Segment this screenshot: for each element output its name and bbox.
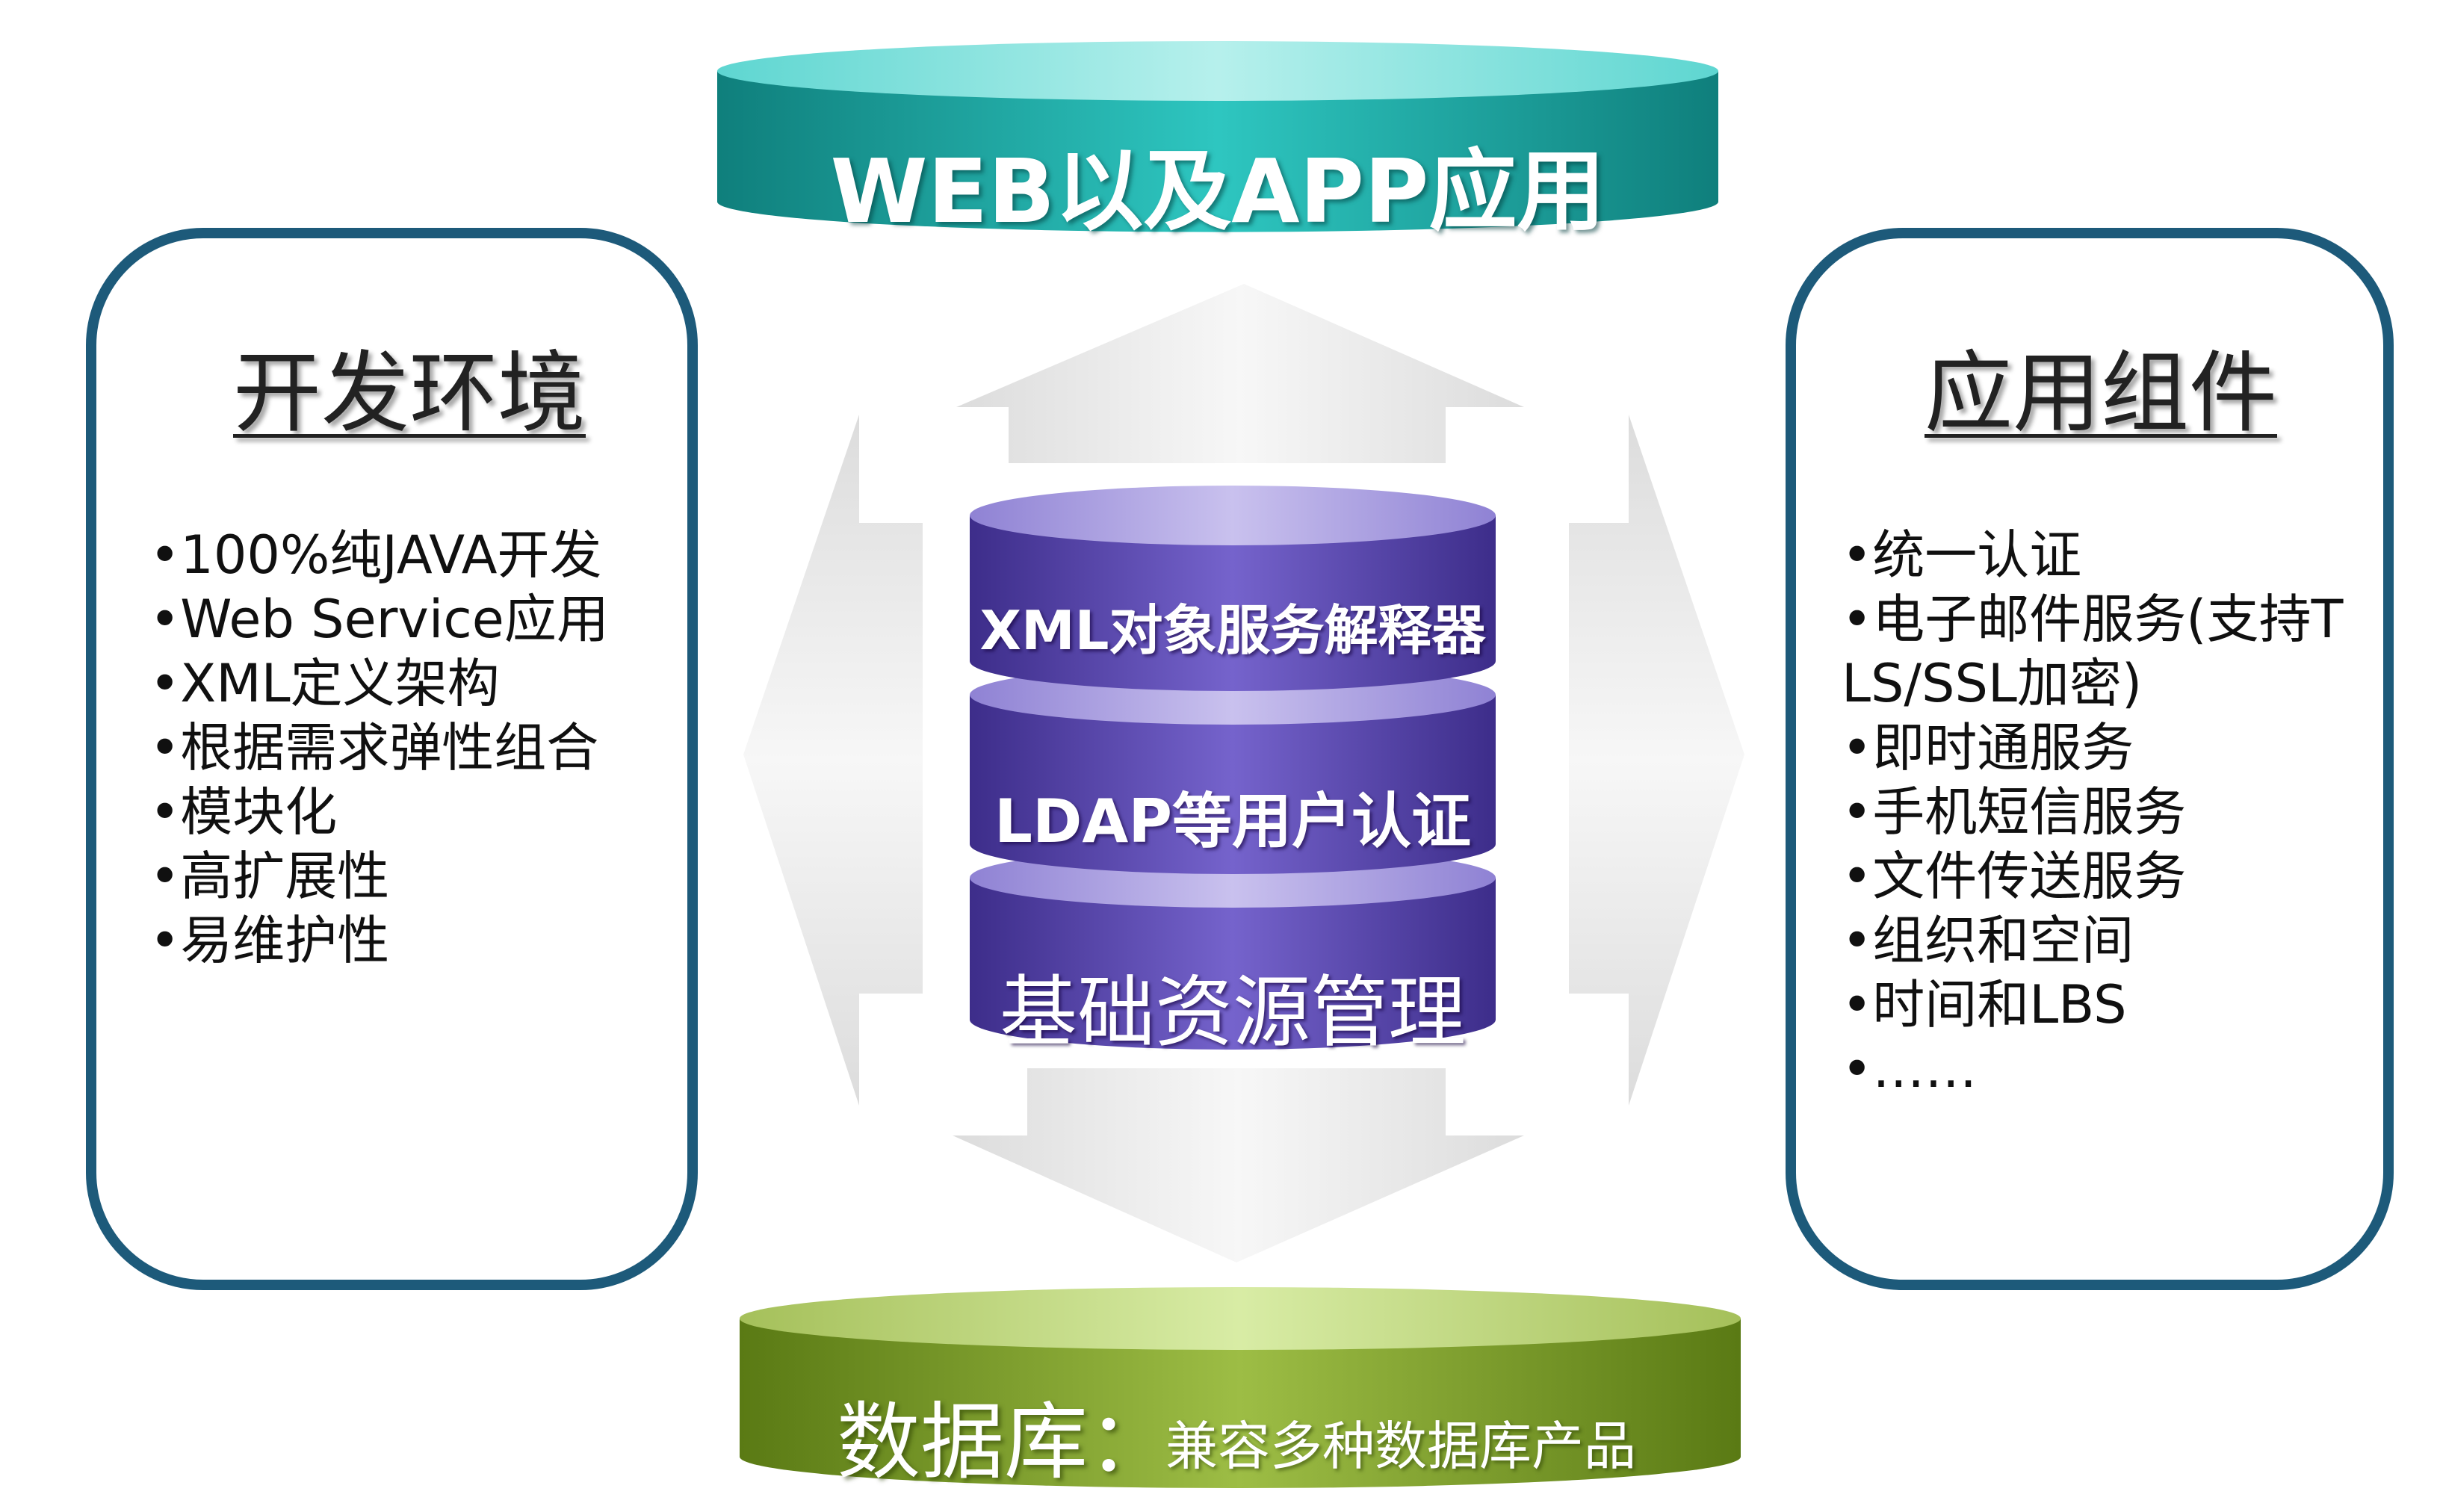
left-panel-title: 开发环境: [233, 341, 586, 444]
list-item: •Web Service应用: [149, 589, 609, 650]
list-item: •易维护性: [149, 910, 390, 971]
stack-layer-ldap-label: LDAP等用户认证: [994, 787, 1471, 856]
bottom-platform-label: 数据库：: [837, 1394, 1171, 1491]
list-item: •时间和LBS: [1842, 974, 2127, 1035]
arrow-left: [743, 415, 923, 1106]
arrow-up: [956, 284, 1524, 463]
list-item: •XML定义架构: [149, 653, 500, 714]
list-item: •100%纯JAVA开发: [149, 524, 602, 586]
left-panel-list: •100%纯JAVA开发 •Web Service应用 •XML定义架构 •根据…: [149, 523, 609, 973]
list-item: •电子邮件服务(支持TLS/SSL加密): [1842, 589, 2344, 714]
list-item: •文件传送服务: [1842, 846, 2187, 907]
stack-layer-resource-label: 基础资源管理: [999, 967, 1466, 1058]
list-item: •组织和空间: [1842, 910, 2134, 971]
list-item: •……: [1842, 1038, 1978, 1100]
right-panel-list: •统一认证 •电子邮件服务(支持TLS/SSL加密) •即时通服务 •手机短信服…: [1842, 523, 2365, 1101]
arrow-down: [953, 1068, 1524, 1262]
list-item: •高扩展性: [149, 846, 390, 907]
list-item: •手机短信服务: [1842, 781, 2187, 843]
right-panel-title: 应用组件: [1925, 341, 2278, 444]
bottom-platform-sublabel: 兼容多种数据库产品: [1165, 1416, 1636, 1477]
list-item: •根据需求弹性组合: [149, 717, 599, 778]
arrow-right: [1569, 415, 1744, 1106]
list-item: •即时通服务: [1842, 717, 2134, 778]
list-item: •模块化: [149, 781, 338, 843]
stack-layer-xml-label: XML对象服务解释器: [979, 599, 1486, 662]
top-platform-label: WEB以及APP应用: [830, 140, 1605, 243]
list-item: •统一认证: [1842, 524, 2082, 586]
